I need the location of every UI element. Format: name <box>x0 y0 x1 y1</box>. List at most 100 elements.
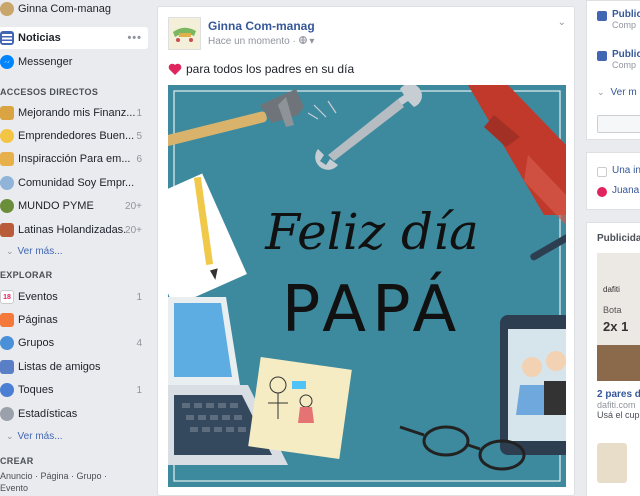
messenger-icon <box>0 55 14 69</box>
group-icon <box>0 176 14 190</box>
news-feed-icon <box>0 31 14 45</box>
calendar-icon: 18 <box>0 290 14 304</box>
ad-second-image[interactable] <box>597 443 627 483</box>
sidebar-item-label: Grupos <box>18 337 55 349</box>
sidebar-item-count: 1 <box>136 384 142 396</box>
heart-icon <box>168 63 182 75</box>
list-icon <box>0 360 14 374</box>
flag-icon <box>597 11 607 21</box>
sidebar-item-label: Estadísticas <box>18 408 78 420</box>
page-item-title[interactable]: Publici <box>612 49 640 60</box>
page-item-subtitle: Comp <box>612 20 637 30</box>
create-links-line[interactable]: Evento <box>0 482 150 494</box>
group-icon <box>0 199 14 213</box>
ad-brand-label: dafiti <box>603 285 620 294</box>
sidebar-item-events[interactable]: 18 Eventos 1 <box>0 286 148 308</box>
news-feed-post: Ginna Com-manag Hace un momento · ▾ ⌄ pa… <box>157 6 575 496</box>
sidebar-item-label: Messenger <box>18 56 73 68</box>
lightbulb-icon <box>0 129 14 143</box>
pages-card: PublicidComp PubliciComp ⌄ Ver m <box>586 0 640 140</box>
group-icon <box>0 152 14 166</box>
sidebar-shortcut[interactable]: Emprendedores Buen... 5 <box>0 125 148 147</box>
right-column: PublicidComp PubliciComp ⌄ Ver m Una in … <box>586 0 640 496</box>
ad-text-block[interactable]: 2 pares d dafiti.com Usá el cup <box>597 389 640 420</box>
see-more-shortcuts-link[interactable]: ⌄ Ver más... <box>6 246 63 257</box>
see-more-pages-link[interactable]: ⌄ Ver m <box>597 87 637 98</box>
sidebar-shortcut[interactable]: MUNDO PYME 20+ <box>0 195 148 217</box>
sidebar-item-count: 1 <box>136 291 142 303</box>
left-sidebar: Ginna Com-manag Noticias ••• Messenger A… <box>0 0 150 496</box>
sidebar-item-label: Emprendedores Buen... <box>18 130 135 142</box>
ads-title-text: Publicida <box>597 233 640 244</box>
sidebar-item-label: Inspiracción Para em... <box>18 153 131 165</box>
sidebar-item-count: 20+ <box>125 200 142 212</box>
flag-icon <box>0 313 14 327</box>
fathers-day-illustration: Feliz día PAPÁ <box>168 85 566 487</box>
sidebar-item-label: Latinas Holandizadas... <box>18 224 126 236</box>
sidebar-item-groups[interactable]: Grupos 4 <box>0 332 148 354</box>
see-more-label[interactable]: Ver m <box>611 87 637 98</box>
page-item-title[interactable]: Publicid <box>612 9 640 20</box>
ad-image-offer: 2x 1 <box>603 319 629 334</box>
sidebar-item-friend-lists[interactable]: Listas de amigos <box>0 356 148 378</box>
sidebar-item-count: 1 <box>136 107 142 119</box>
group-icon <box>0 106 14 120</box>
see-more-explore-link[interactable]: ⌄ Ver más... <box>6 431 63 442</box>
post-timestamp[interactable]: Hace un momento <box>208 36 290 47</box>
sidebar-item-label: Eventos <box>18 291 58 303</box>
page-item[interactable]: PublicidComp <box>597 9 640 30</box>
post-author-link[interactable]: Ginna Com-manag <box>208 19 315 33</box>
event-item[interactable]: Juana <box>597 185 639 197</box>
sidebar-shortcut[interactable]: Latinas Holandizadas... 20+ <box>0 219 148 241</box>
create-section-title: CREAR <box>0 456 34 466</box>
page-item-subtitle: Comp <box>612 60 637 70</box>
chevron-down-icon: ⌄ <box>597 87 605 97</box>
sidebar-item-count: 6 <box>136 153 142 165</box>
sidebar-item-insights[interactable]: Estadísticas <box>0 403 148 425</box>
sidebar-item-messenger[interactable]: Messenger <box>0 51 148 73</box>
image-headline-line1: Feliz día <box>264 203 479 261</box>
audience-dropdown-icon[interactable]: ▾ <box>309 36 314 47</box>
more-options-icon[interactable]: ••• <box>127 32 142 44</box>
sidebar-item-label: Listas de amigos <box>18 361 101 373</box>
globe-icon[interactable] <box>298 36 310 47</box>
ad-link[interactable]: 2 pares d <box>597 389 640 400</box>
event-item-label[interactable]: Una in <box>612 165 640 176</box>
group-icon <box>0 336 14 350</box>
post-text-content: para todos los padres en su día <box>186 62 355 76</box>
sidebar-item-pokes[interactable]: Toques 1 <box>0 379 148 401</box>
ad-domain: dafiti.com <box>597 400 636 410</box>
create-links-line[interactable]: Anuncio · Página · Grupo · <box>0 470 150 482</box>
ads-title: Publicida <box>597 233 640 244</box>
sidebar-shortcut[interactable]: Inspiracción Para em... 6 <box>0 148 148 170</box>
sidebar-item-count: 20+ <box>125 224 142 236</box>
sidebar-item-profile[interactable]: Ginna Com-manag <box>0 0 148 20</box>
gift-icon <box>597 187 607 197</box>
sidebar-shortcut[interactable]: Comunidad Soy Empr... <box>0 172 148 194</box>
page-avatar[interactable] <box>168 17 201 50</box>
hand-icon <box>0 383 14 397</box>
sidebar-item-label: Ginna Com-manag <box>18 3 111 15</box>
event-item-label[interactable]: Juana <box>612 185 639 196</box>
sidebar-item-label: Mejorando mis Finanz... <box>18 107 136 119</box>
phone-icon <box>500 315 566 455</box>
facebook-newsfeed: Ginna Com-manag Noticias ••• Messenger A… <box>0 0 640 496</box>
ad-image[interactable]: dafiti Bota 2x 1 <box>597 253 640 381</box>
profile-avatar-icon <box>0 2 14 16</box>
sidebar-item-pages[interactable]: Páginas <box>0 309 148 331</box>
see-more-label: Ver más... <box>17 431 63 442</box>
action-button[interactable] <box>597 115 640 133</box>
ad-description: Usá el cup <box>597 410 640 420</box>
post-image[interactable]: Feliz día PAPÁ <box>168 85 566 487</box>
page-item[interactable]: PubliciComp <box>597 49 640 70</box>
child-drawing-icon <box>248 357 352 459</box>
sidebar-shortcut[interactable]: Mejorando mis Finanz... 1 <box>0 102 148 124</box>
explore-section-title: EXPLORAR <box>0 270 53 280</box>
create-links[interactable]: Anuncio · Página · Grupo · Evento <box>0 470 150 494</box>
event-item[interactable]: Una in <box>597 165 640 177</box>
ad-product-image <box>597 345 640 381</box>
chevron-down-icon[interactable]: ⌄ <box>558 17 566 28</box>
sidebar-item-label: MUNDO PYME <box>18 200 94 212</box>
ad-image-text: Bota <box>603 305 622 315</box>
sidebar-item-news[interactable]: Noticias ••• <box>0 27 148 49</box>
